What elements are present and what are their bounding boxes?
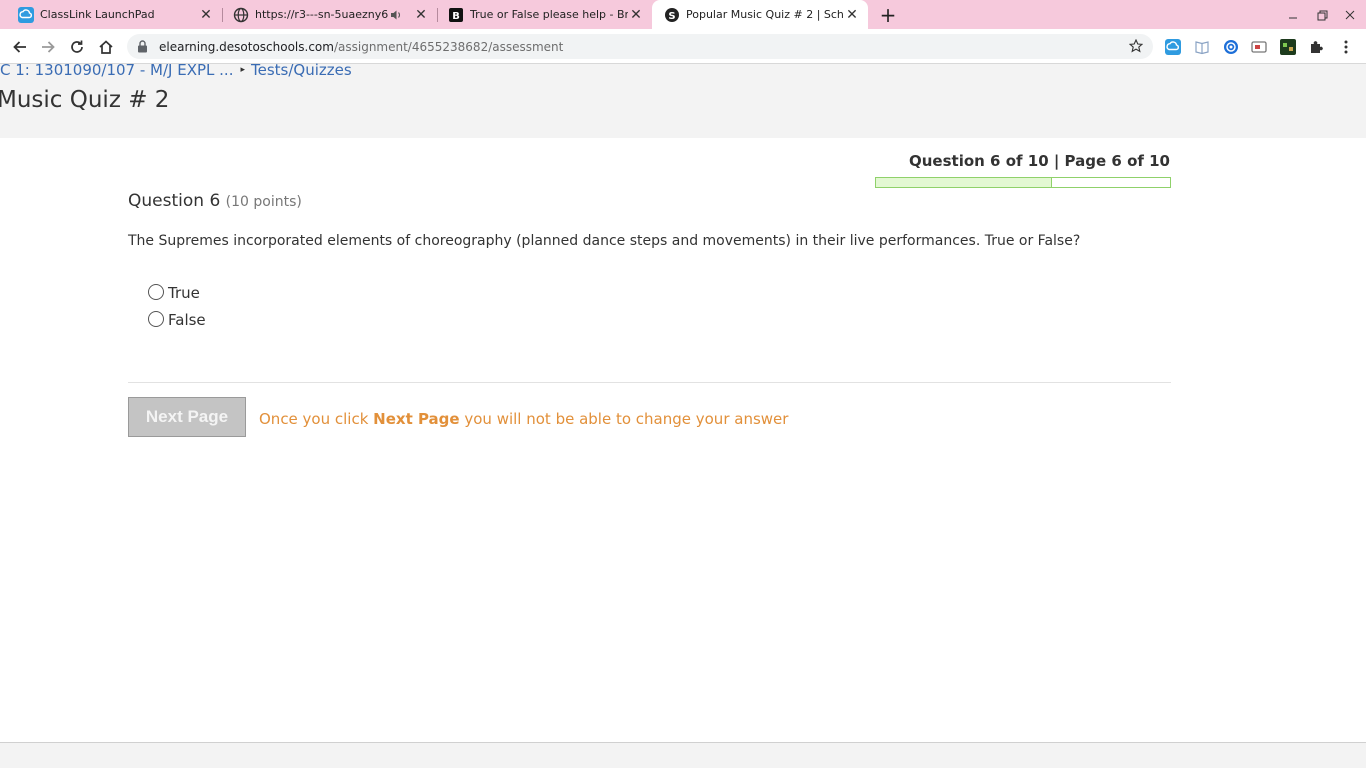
browser-toolbar: elearning.desotoschools.com/assignment/4…: [0, 29, 1366, 64]
close-window-icon[interactable]: [1340, 5, 1360, 25]
lock-icon[interactable]: [137, 40, 151, 53]
warning-text-before: Once you click: [259, 410, 374, 428]
url-path: /assignment/4655238682/assessment: [333, 39, 564, 54]
url-host: elearning.desotoschools.com: [159, 39, 334, 54]
home-icon[interactable]: [94, 35, 118, 59]
warning-text-bold: Next Page: [373, 410, 460, 428]
reload-icon[interactable]: [65, 35, 89, 59]
divider: [128, 382, 1171, 383]
close-tab-icon[interactable]: ✕: [628, 7, 644, 23]
restore-icon[interactable]: [1312, 5, 1332, 25]
progress-label: Question 6 of 10 | Page 6 of 10: [909, 152, 1170, 170]
tab-title: https://r3---sn-5uaezny6.goo: [255, 8, 389, 21]
radio-button-true[interactable]: [148, 284, 164, 300]
security-extension-icon[interactable]: [1222, 38, 1240, 56]
tab-title: True or False please help - Brainl: [470, 8, 628, 21]
close-tab-icon[interactable]: ✕: [844, 7, 860, 23]
close-tab-icon[interactable]: ✕: [413, 7, 429, 23]
progress-bar: [875, 177, 1171, 188]
radio-button-false[interactable]: [148, 311, 164, 327]
tab-schoology[interactable]: S Popular Music Quiz # 2 | Schoolo ✕: [652, 0, 868, 29]
extensions-puzzle-icon[interactable]: [1307, 38, 1325, 56]
svg-text:B: B: [452, 11, 460, 22]
breadcrumb-section-link[interactable]: Tests/Quizzes: [251, 61, 352, 79]
question-number: Question 6: [128, 191, 221, 211]
close-tab-icon[interactable]: ✕: [198, 7, 214, 23]
bookmark-star-icon[interactable]: [1128, 38, 1144, 54]
back-icon[interactable]: [8, 35, 32, 59]
screencast-extension-icon[interactable]: [1250, 38, 1268, 56]
tab-title: Popular Music Quiz # 2 | Schoolo: [686, 8, 844, 21]
progress-fill: [876, 178, 1053, 187]
tab-strip: ClassLink LaunchPad ✕ https://r3---sn-5u…: [0, 0, 1366, 29]
answer-option-false[interactable]: False: [148, 310, 206, 330]
breadcrumb-course-link[interactable]: C 1: 1301090/107 - M/J EXPL ...: [0, 61, 233, 79]
globe-icon: [233, 7, 249, 23]
question-points: (10 points): [225, 194, 302, 210]
page-title: Music Quiz # 2: [0, 87, 170, 113]
question-text: The Supremes incorporated elements of ch…: [128, 233, 1081, 249]
classlink-extension-icon[interactable]: [1164, 38, 1182, 56]
page-footer: [0, 742, 1366, 768]
svg-text:S: S: [668, 11, 675, 22]
game-extension-icon[interactable]: [1279, 38, 1297, 56]
warning-text-after: you will not be able to change your answ…: [459, 410, 789, 428]
browser-menu-icon[interactable]: [1337, 38, 1355, 56]
breadcrumb-arrow-icon: ▸: [240, 65, 245, 75]
breadcrumb: C 1: 1301090/107 - M/J EXPL ... ▸ Tests/…: [0, 61, 352, 79]
tab-classlink[interactable]: ClassLink LaunchPad ✕: [0, 0, 222, 29]
reader-extension-icon[interactable]: [1193, 38, 1211, 56]
classlink-icon: [18, 6, 34, 23]
answer-option-true[interactable]: True: [148, 283, 200, 303]
next-page-warning: Once you click Next Page you will not be…: [259, 410, 788, 428]
speaker-icon[interactable]: [389, 9, 403, 21]
tab-title: ClassLink LaunchPad: [40, 8, 155, 21]
schoology-icon: S: [664, 7, 680, 23]
next-page-button[interactable]: Next Page: [128, 397, 246, 437]
brainly-icon: B: [448, 7, 464, 23]
new-tab-button[interactable]: +: [878, 3, 898, 27]
forward-icon[interactable]: [36, 35, 60, 59]
minimize-icon[interactable]: [1283, 5, 1303, 25]
tab-video[interactable]: https://r3---sn-5uaezny6.goo ✕: [215, 0, 437, 29]
answer-label[interactable]: False: [168, 311, 206, 329]
answer-label[interactable]: True: [168, 284, 200, 302]
address-bar[interactable]: elearning.desotoschools.com/assignment/4…: [127, 34, 1153, 59]
tab-brainly[interactable]: B True or False please help - Brainl ✕: [430, 0, 652, 29]
question-heading: Question 6 (10 points): [128, 191, 302, 211]
